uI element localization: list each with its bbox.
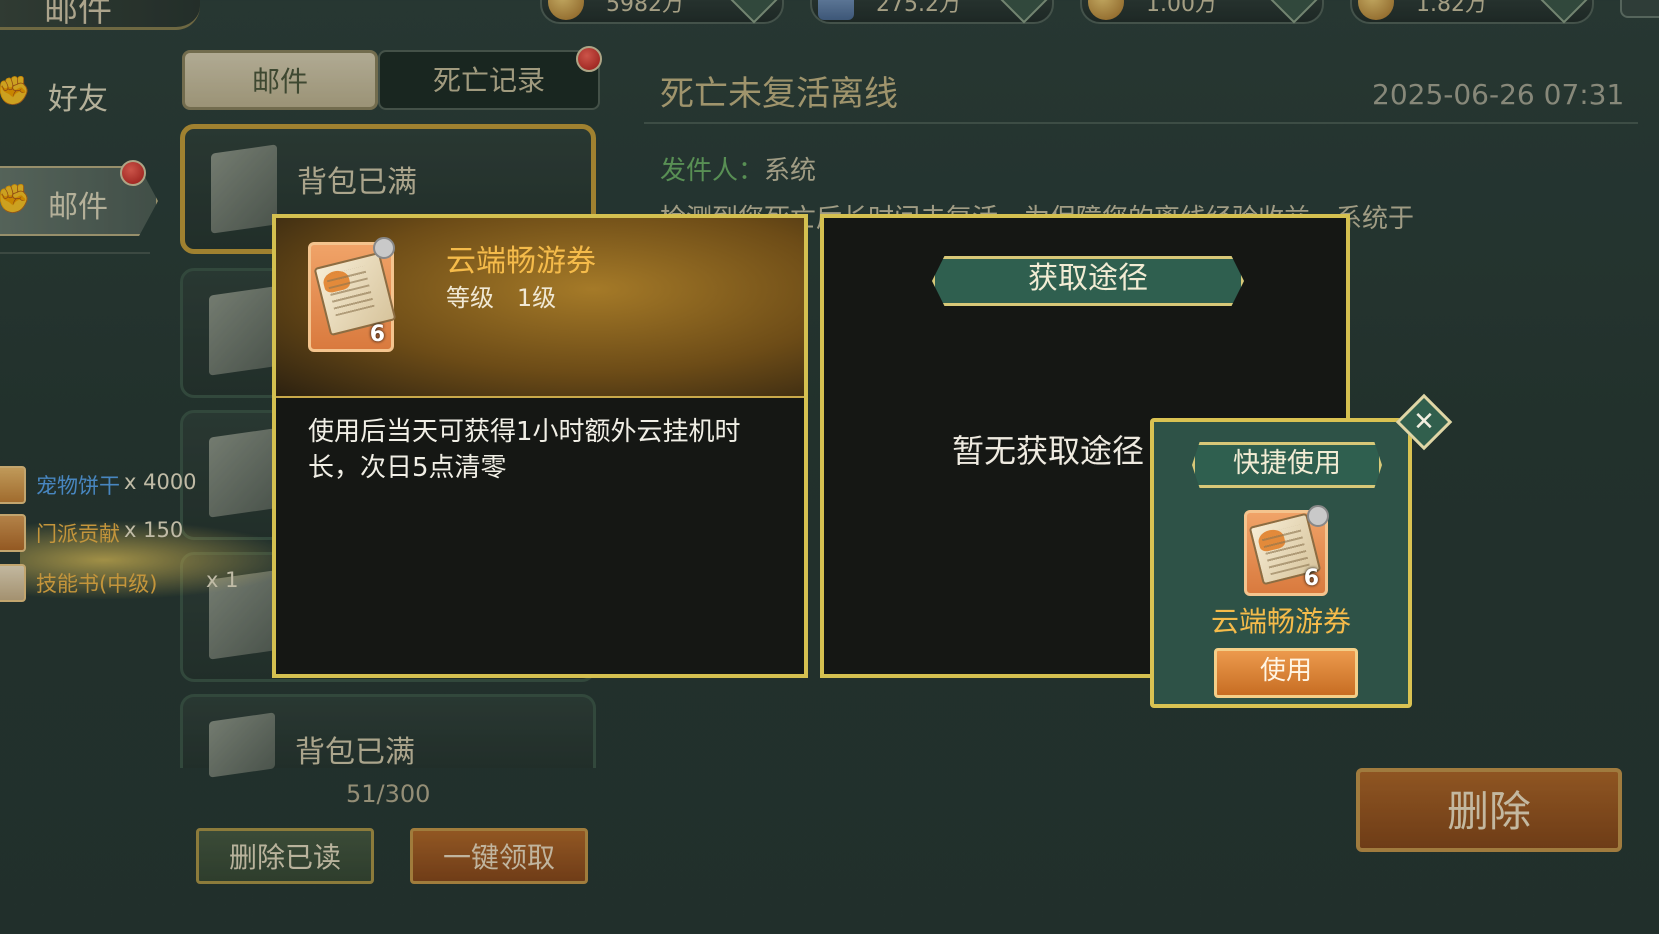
quick-use-item-name: 云端畅游券 <box>1210 605 1351 638</box>
level-value: 1级 <box>516 284 557 312</box>
source-title: 获取途径 <box>932 256 1244 306</box>
item-level: 等级 1级 <box>446 278 556 313</box>
item-count: 6 <box>369 322 385 347</box>
item-count: 6 <box>1303 566 1319 591</box>
close-icon: ✕ <box>1413 407 1435 437</box>
quick-use-title: 快捷使用 <box>1192 442 1382 488</box>
tooltip-divider <box>276 396 804 398</box>
level-label: 等级 <box>446 284 494 312</box>
lock-icon <box>1307 505 1329 527</box>
item-icon: 6 <box>308 237 397 352</box>
item-icon: 6 <box>1244 505 1329 596</box>
quick-use-panel: 快捷使用 6 云端畅游券 使用 <box>1150 418 1412 708</box>
item-tooltip: 6 云端畅游券 等级 1级 使用后当天可获得1小时额外云挂机时长，次日5点清零 <box>272 214 808 678</box>
item-description: 使用后当天可获得1小时额外云挂机时长，次日5点清零 <box>308 417 741 483</box>
use-button[interactable]: 使用 <box>1214 648 1358 698</box>
source-empty-text: 暂无获取途径 <box>952 432 1145 470</box>
lock-icon <box>373 237 395 259</box>
item-name: 云端畅游券 <box>446 244 596 279</box>
